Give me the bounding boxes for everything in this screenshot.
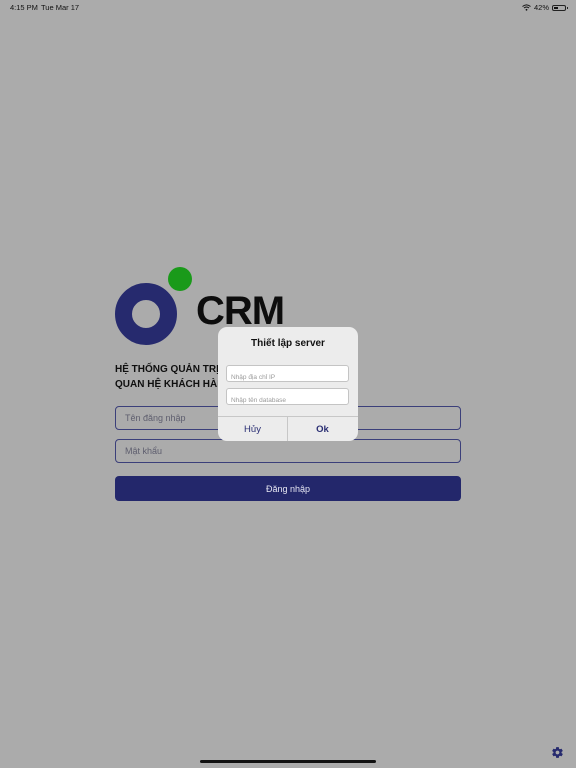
battery-fill bbox=[554, 6, 558, 9]
wifi-icon bbox=[522, 4, 531, 11]
ip-address-input[interactable] bbox=[227, 370, 348, 385]
home-indicator bbox=[200, 760, 376, 763]
ip-address-field[interactable] bbox=[226, 365, 349, 385]
logo-text: CRM bbox=[196, 289, 285, 333]
cancel-button[interactable]: Hủy bbox=[218, 417, 287, 441]
status-bar: 4:15 PM Tue Mar 17 42% bbox=[0, 0, 576, 14]
tagline-line2: QUAN HỆ KHÁCH HÀNG bbox=[115, 379, 233, 390]
database-name-input[interactable] bbox=[227, 393, 348, 408]
password-field[interactable] bbox=[115, 439, 461, 463]
logo-mark bbox=[115, 267, 192, 345]
battery-icon bbox=[552, 4, 568, 11]
status-time: 4:15 PM bbox=[10, 3, 38, 12]
tagline-line1: HỆ THỐNG QUẢN TRỊ bbox=[115, 364, 219, 375]
password-input[interactable] bbox=[116, 440, 460, 462]
dialog-title: Thiết lập server bbox=[251, 338, 325, 349]
tagline: HỆ THỐNG QUẢN TRỊ QUAN HỆ KHÁCH HÀNG bbox=[115, 362, 232, 392]
battery-percent: 42% bbox=[533, 3, 549, 12]
login-button[interactable]: Đăng nhập bbox=[115, 476, 461, 501]
status-right: 42% bbox=[522, 3, 568, 12]
status-date: Tue Mar 17 bbox=[41, 3, 80, 12]
ok-button[interactable]: Ok bbox=[288, 417, 357, 441]
logo-dot bbox=[168, 267, 192, 291]
gear-icon[interactable] bbox=[551, 746, 564, 759]
logo-ring bbox=[115, 283, 177, 345]
database-name-field[interactable] bbox=[226, 388, 349, 408]
